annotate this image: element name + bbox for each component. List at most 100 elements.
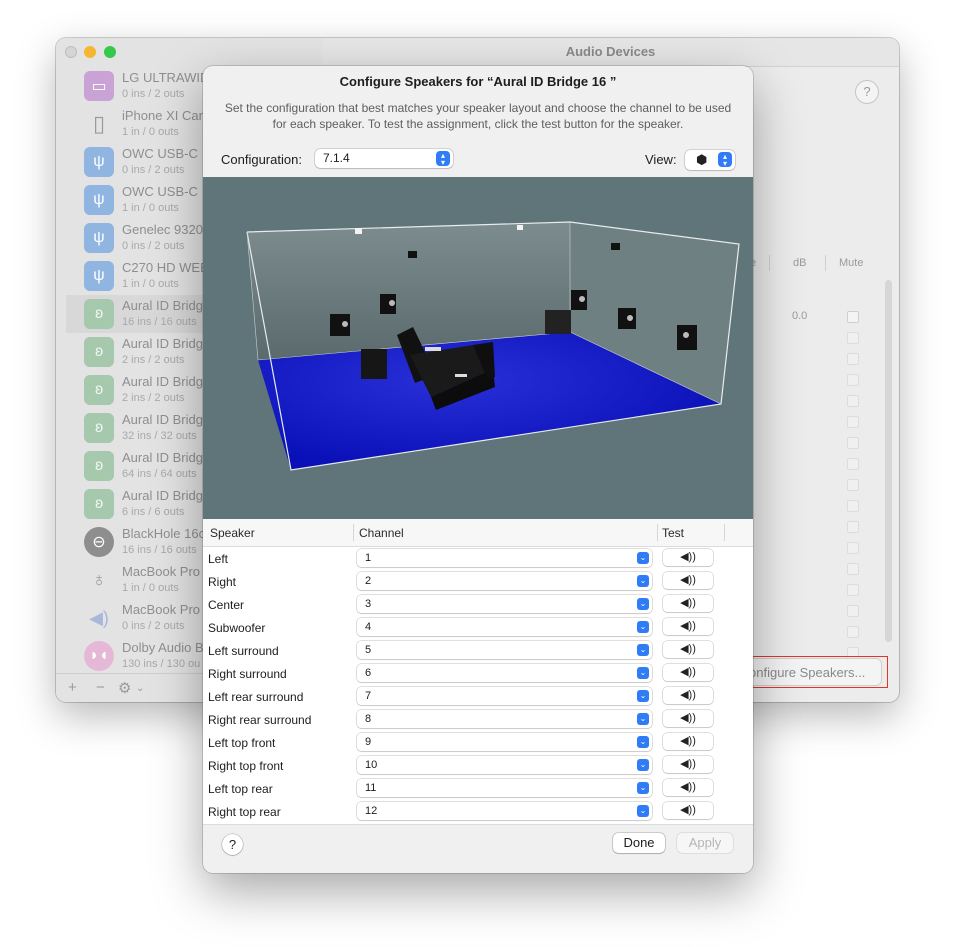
speaker-left-surround[interactable]: [330, 314, 350, 336]
device-name: iPhone XI Car: [122, 108, 203, 123]
remove-device-button[interactable]: −: [96, 679, 105, 696]
speaker-table-header: Speaker Channel Test: [203, 519, 753, 547]
chevron-down-icon[interactable]: ⌄: [136, 683, 144, 694]
speaker-name: Left: [208, 552, 229, 566]
scrollbar[interactable]: [885, 280, 892, 642]
configuration-label: Configuration:: [221, 152, 302, 167]
mute-checkbox[interactable]: [847, 626, 859, 638]
test-speaker-button[interactable]: ◀)): [663, 802, 713, 819]
channel-value: 12: [365, 805, 378, 817]
help-button[interactable]: ?: [222, 834, 243, 855]
mute-checkbox[interactable]: [847, 605, 859, 617]
mute-checkbox[interactable]: [847, 542, 859, 554]
speaker-row: Left top rear 11 ⌄ ◀)): [203, 777, 753, 800]
column-separator: [657, 524, 658, 541]
speaker-top-rear-left[interactable]: [408, 251, 417, 258]
ear-icon: ʚ: [84, 489, 114, 519]
mute-checkbox[interactable]: [847, 374, 859, 386]
configuration-popup[interactable]: 7.1.4 ▴ ▾: [315, 149, 453, 168]
test-speaker-button[interactable]: ◀)): [663, 664, 713, 681]
blackhole-icon: ⊖: [84, 527, 114, 557]
test-speaker-button[interactable]: ◀)): [663, 618, 713, 635]
add-device-button[interactable]: +: [68, 679, 77, 696]
column-header-test[interactable]: Test: [662, 526, 684, 540]
channel-popup[interactable]: 9 ⌄: [357, 733, 652, 751]
subwoofer[interactable]: [545, 310, 571, 334]
cube-icon: ⬢: [696, 152, 708, 167]
mute-checkbox[interactable]: [847, 584, 859, 596]
chevron-down-icon: ⌄: [637, 598, 649, 610]
speaker-right-surround[interactable]: [618, 308, 636, 329]
ear-icon: ʚ: [84, 375, 114, 405]
test-speaker-button[interactable]: ◀)): [663, 641, 713, 658]
popup-stepper-icon: ▴ ▾: [436, 151, 450, 166]
speaker-wave-icon: ◀): [89, 607, 109, 628]
mute-checkbox[interactable]: [847, 311, 859, 323]
view-popup[interactable]: ⬢ ▴ ▾: [685, 150, 735, 170]
mute-checkbox[interactable]: [847, 500, 859, 512]
speaker-right[interactable]: [571, 290, 587, 310]
column-header-channel[interactable]: Channel: [359, 526, 404, 540]
done-button[interactable]: Done: [613, 833, 665, 853]
help-button[interactable]: ?: [855, 80, 879, 104]
column-header-speaker[interactable]: Speaker: [210, 526, 255, 540]
speaker-name: Right top front: [208, 759, 284, 773]
channel-popup[interactable]: 1 ⌄: [357, 549, 652, 567]
speaker-3d-view[interactable]: [203, 177, 753, 519]
device-name: OWC USB-C: [122, 184, 198, 199]
speaker-top-front-left[interactable]: [355, 228, 362, 234]
channel-popup[interactable]: 11 ⌄: [357, 779, 652, 797]
channel-popup[interactable]: 4 ⌄: [357, 618, 652, 636]
speaker-right-rear-surround[interactable]: [677, 325, 697, 350]
minimize-button[interactable]: [84, 46, 96, 58]
channel-popup[interactable]: 7 ⌄: [357, 687, 652, 705]
channel-value: 6: [365, 667, 372, 679]
channel-popup[interactable]: 10 ⌄: [357, 756, 652, 774]
speaker-left[interactable]: [380, 294, 396, 314]
mute-checkbox[interactable]: [847, 437, 859, 449]
device-channels: 2 ins / 2 outs: [122, 392, 185, 404]
gear-icon[interactable]: ⚙: [118, 679, 131, 697]
speaker-name: Left top front: [208, 736, 276, 750]
speaker-top-front-right[interactable]: [517, 225, 523, 230]
speaker-left-rear-surround[interactable]: [361, 349, 387, 379]
channel-value: 10: [365, 759, 378, 771]
channel-popup[interactable]: 2 ⌄: [357, 572, 652, 590]
test-speaker-button[interactable]: ◀)): [663, 779, 713, 796]
mute-checkbox[interactable]: [847, 521, 859, 533]
configure-speakers-dialog: Configure Speakers for “Aural ID Bridge …: [203, 66, 753, 873]
mute-checkbox[interactable]: [847, 395, 859, 407]
channel-popup[interactable]: 12 ⌄: [357, 802, 652, 820]
test-speaker-button[interactable]: ◀)): [663, 572, 713, 589]
test-speaker-button[interactable]: ◀)): [663, 756, 713, 773]
mute-checkbox[interactable]: [847, 479, 859, 491]
device-channels: 6 ins / 6 outs: [122, 506, 185, 518]
channel-value: 4: [365, 621, 372, 633]
mute-checkbox[interactable]: [847, 458, 859, 470]
test-speaker-button[interactable]: ◀)): [663, 549, 713, 566]
test-speaker-button[interactable]: ◀)): [663, 595, 713, 612]
zoom-button[interactable]: [104, 46, 116, 58]
test-speaker-button[interactable]: ◀)): [663, 733, 713, 750]
channel-popup[interactable]: 3 ⌄: [357, 595, 652, 613]
mute-checkbox[interactable]: [847, 563, 859, 575]
device-channels: 0 ins / 2 outs: [122, 164, 185, 176]
usb-icon: ψ: [84, 223, 114, 253]
mute-checkbox[interactable]: [847, 353, 859, 365]
close-button[interactable]: [65, 46, 77, 58]
mute-checkbox[interactable]: [847, 332, 859, 344]
channel-popup[interactable]: 5 ⌄: [357, 641, 652, 659]
channel-value: 2: [365, 575, 372, 587]
channel-popup[interactable]: 6 ⌄: [357, 664, 652, 682]
dolby-icon: ◗◖: [84, 641, 114, 671]
speaker-top-rear-right[interactable]: [611, 243, 620, 250]
speaker-name: Right surround: [208, 667, 287, 681]
device-name: LG ULTRAWID: [122, 70, 210, 85]
mute-checkbox[interactable]: [847, 416, 859, 428]
channel-popup[interactable]: 8 ⌄: [357, 710, 652, 728]
test-speaker-button[interactable]: ◀)): [663, 687, 713, 704]
test-speaker-button[interactable]: ◀)): [663, 710, 713, 727]
channel-value: 3: [365, 598, 372, 610]
channel-value: 7: [365, 690, 372, 702]
device-name: BlackHole 16c: [122, 526, 206, 541]
